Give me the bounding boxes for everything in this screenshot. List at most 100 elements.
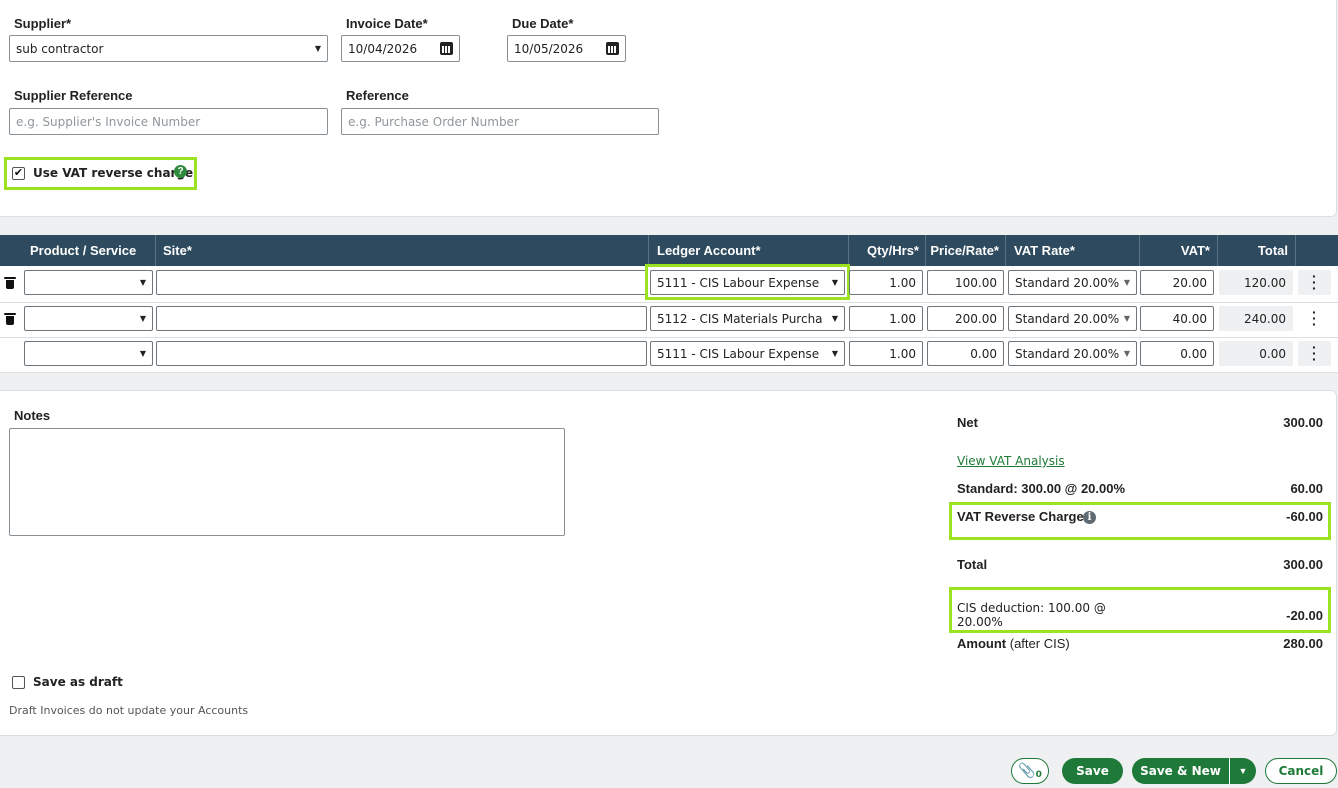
total-label: Total	[957, 557, 988, 572]
price-input[interactable]: 200.00	[927, 306, 1004, 331]
site-input[interactable]	[156, 306, 647, 331]
caret-down-icon: ▼	[1123, 314, 1130, 323]
kebab-icon[interactable]: · · ·	[1312, 269, 1317, 295]
reference-input[interactable]: e.g. Purchase Order Number	[341, 108, 659, 135]
supplier-select[interactable]: sub contractor ▼	[9, 35, 328, 62]
vat-rate-value: Standard 20.00%	[1015, 346, 1120, 361]
product-select[interactable]: ▼	[24, 306, 153, 331]
trash-icon[interactable]	[4, 277, 16, 289]
total-value: 0.00	[1259, 346, 1286, 361]
row-divider	[0, 372, 1338, 373]
cis-deduction-line2: 20.00%	[957, 615, 1003, 629]
caret-down-icon: ▼	[139, 349, 146, 358]
standard-vat-value: 60.00	[1290, 481, 1323, 496]
qty-value: 1.00	[889, 275, 916, 290]
vat-input[interactable]: 40.00	[1140, 306, 1214, 331]
caret-down-icon: ▼	[1238, 766, 1248, 776]
standard-vat-label: Standard: 300.00 @ 20.00%	[957, 481, 1126, 496]
invoice-date-input[interactable]: 10/04/2026	[341, 35, 460, 62]
vat-rate-select[interactable]: Standard 20.00% ▼	[1008, 341, 1137, 366]
paperclip-icon: 📎	[1018, 763, 1036, 779]
qty-input[interactable]: 1.00	[849, 341, 923, 366]
qty-input[interactable]: 1.00	[849, 306, 923, 331]
col-vat: VAT*	[1139, 235, 1217, 266]
notes-label: Notes	[14, 408, 51, 423]
due-date-value: 10/05/2026	[514, 41, 584, 56]
price-value: 0.00	[970, 346, 997, 361]
vat-reverse-charge-label: VAT Reverse Charge	[957, 509, 1084, 524]
net-value: 300.00	[1283, 415, 1323, 430]
vat-input[interactable]: 20.00	[1140, 270, 1214, 295]
ledger-value: 5112 - CIS Materials Purcha	[657, 311, 823, 326]
amount-label-suffix: (after CIS)	[1009, 636, 1070, 651]
cis-deduction-value: -20.00	[1286, 608, 1323, 623]
cancel-button[interactable]: Cancel	[1265, 758, 1337, 784]
caret-down-icon: ▼	[831, 314, 838, 323]
vat-input[interactable]: 0.00	[1140, 341, 1214, 366]
supplier-reference-placeholder: e.g. Supplier's Invoice Number	[16, 114, 201, 129]
ledger-select[interactable]: 5111 - CIS Labour Expense ▼	[650, 270, 845, 295]
price-input[interactable]: 0.00	[927, 341, 1004, 366]
ledger-value: 5111 - CIS Labour Expense	[657, 346, 820, 361]
notes-textarea[interactable]	[9, 428, 565, 536]
info-icon[interactable]: i	[1083, 511, 1096, 524]
caret-down-icon: ▼	[1123, 349, 1130, 358]
vat-reverse-label: Use VAT reverse charge	[33, 166, 194, 180]
site-input[interactable]	[156, 270, 647, 295]
col-qty: Qty/Hrs*	[848, 235, 925, 266]
trash-icon[interactable]	[4, 313, 16, 325]
total-value-cell: 0.00	[1219, 341, 1293, 366]
vat-value: 20.00	[1172, 275, 1207, 290]
col-total: Total	[1217, 235, 1295, 266]
invoice-date-label: Invoice Date*	[346, 16, 428, 31]
vat-rate-value: Standard 20.00%	[1015, 311, 1120, 326]
col-site: Site*	[155, 235, 192, 266]
total-value-cell: 120.00	[1219, 270, 1293, 295]
total-value: 120.00	[1244, 275, 1286, 290]
calendar-icon[interactable]	[606, 42, 619, 55]
vat-reverse-checkbox[interactable]: ✔	[12, 167, 25, 180]
supplier-reference-label: Supplier Reference	[14, 88, 133, 103]
caret-down-icon: ▼	[139, 278, 146, 287]
help-icon[interactable]: ?	[174, 165, 187, 178]
kebab-icon[interactable]: · · ·	[1312, 340, 1317, 366]
kebab-icon[interactable]: · · ·	[1312, 305, 1317, 331]
caret-down-icon: ▼	[831, 349, 838, 358]
product-select[interactable]: ▼	[24, 341, 153, 366]
price-input[interactable]: 100.00	[927, 270, 1004, 295]
save-button[interactable]: Save	[1062, 758, 1123, 784]
ledger-value: 5111 - CIS Labour Expense	[657, 275, 820, 290]
price-value: 100.00	[955, 275, 997, 290]
attach-button[interactable]: 📎 0	[1011, 758, 1049, 784]
ledger-select[interactable]: 5112 - CIS Materials Purcha ▼	[650, 306, 845, 331]
qty-input[interactable]: 1.00	[849, 270, 923, 295]
reference-label: Reference	[346, 88, 409, 103]
ledger-select[interactable]: 5111 - CIS Labour Expense ▼	[650, 341, 845, 366]
col-ledger: Ledger Account*	[648, 235, 761, 266]
due-date-input[interactable]: 10/05/2026	[507, 35, 626, 62]
col-price: Price/Rate*	[925, 235, 1005, 266]
qty-value: 1.00	[889, 346, 916, 361]
caret-down-icon: ▼	[831, 278, 838, 287]
attach-count: 0	[1035, 770, 1042, 780]
caret-down-icon: ▼	[139, 314, 146, 323]
vat-rate-value: Standard 20.00%	[1015, 275, 1120, 290]
save-options-dropdown[interactable]: ▼	[1229, 758, 1256, 784]
col-product: Product / Service	[30, 243, 137, 258]
site-input[interactable]	[156, 341, 647, 366]
vat-rate-select[interactable]: Standard 20.00% ▼	[1008, 270, 1137, 295]
total-value: 300.00	[1283, 557, 1323, 572]
save-and-new-button[interactable]: Save & New	[1132, 758, 1229, 784]
calendar-icon[interactable]	[440, 42, 453, 55]
total-value: 240.00	[1244, 311, 1286, 326]
view-vat-analysis-link[interactable]: View VAT Analysis	[957, 454, 1065, 468]
vat-rate-select[interactable]: Standard 20.00% ▼	[1008, 306, 1137, 331]
vat-value: 0.00	[1180, 346, 1207, 361]
draft-hint: Draft Invoices do not update your Accoun…	[9, 704, 249, 717]
supplier-reference-input[interactable]: e.g. Supplier's Invoice Number	[9, 108, 328, 135]
line-items-header: Product / Service Site* Ledger Account* …	[0, 235, 1338, 266]
row-divider	[0, 302, 1338, 303]
save-as-draft-checkbox[interactable]	[12, 676, 25, 689]
cis-deduction-label: CIS deduction: 100.00 @ 20.00%	[957, 601, 1106, 629]
product-select[interactable]: ▼	[24, 270, 153, 295]
